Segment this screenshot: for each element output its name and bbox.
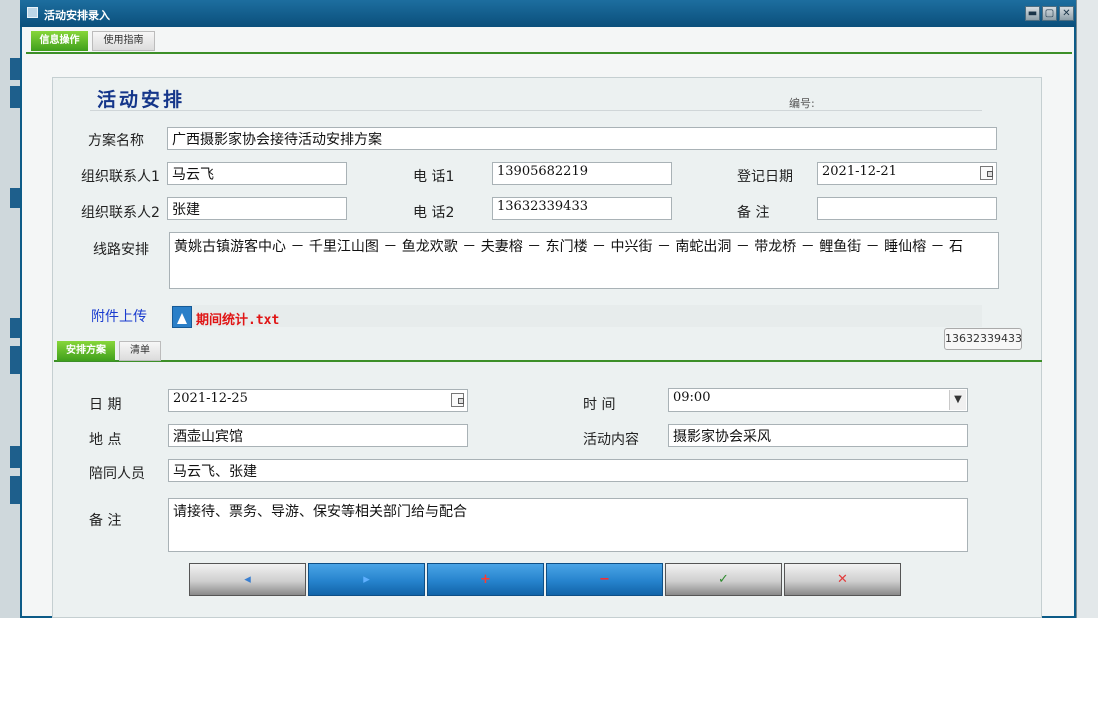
attachment-area [170,305,982,327]
note-label: 备 注 [89,513,122,529]
plan-name-input[interactable]: 广西摄影家协会接待活动安排方案 [167,127,997,150]
next-button[interactable]: ▸ [308,563,425,596]
sub-tab-bar [54,340,1042,362]
main-tab-bar [26,30,1072,54]
calendar-icon[interactable] [451,393,464,407]
tab-info-operation[interactable]: 信息操作 [31,31,88,51]
background-block [10,318,20,338]
remark-label: 备 注 [737,205,770,221]
place-input[interactable]: 酒壶山宾馆 [168,424,468,447]
contact2-label: 组织联系人2 [81,205,160,221]
delete-button[interactable]: − [546,563,663,596]
background-right-panel [1076,0,1098,618]
title-bar[interactable] [20,0,1076,27]
cross-icon: ✕ [837,572,848,587]
background-block [10,346,20,374]
regdate-input[interactable]: 2021-12-21 [817,162,997,185]
place-label: 地 点 [89,432,122,448]
phone1-input[interactable]: 13905682219 [492,162,672,185]
minus-icon: − [599,572,610,587]
page-title: 活动安排 [97,89,186,111]
contact1-label: 组织联系人1 [81,169,160,185]
date-label: 日 期 [89,397,122,413]
left-arrow-icon: ◂ [244,572,251,587]
confirm-button[interactable]: ✓ [665,563,782,596]
calendar-icon[interactable] [980,166,993,180]
route-textarea[interactable]: 黄姚古镇游客中心 － 千里江山图 － 鱼龙欢歌 － 夫妻榕 － 东门楼 － 中兴… [169,232,999,289]
maximize-icon[interactable]: ▢ [1042,6,1057,21]
window-title: 活动安排录入 [44,9,110,22]
tab-arrangement-plan[interactable]: 安排方案 [57,341,115,361]
minimize-icon[interactable]: ▬ [1025,6,1040,21]
number-label: 编号: [789,97,815,110]
time-label: 时 间 [583,397,616,413]
background-block [10,446,20,468]
check-icon: ✓ [718,572,729,587]
tab-list[interactable]: 清单 [119,341,161,361]
background-block [10,188,20,208]
header-divider [90,110,982,111]
date-input[interactable]: 2021-12-25 [168,389,468,412]
window-icon [27,7,38,18]
plus-icon: + [480,572,491,587]
cancel-button[interactable]: ✕ [784,563,901,596]
right-arrow-icon: ▸ [363,572,370,587]
content-label: 活动内容 [583,432,639,448]
phone1-label: 电 话1 [413,169,455,185]
phone2-input[interactable]: 13632339433 [492,197,672,220]
tab-user-guide[interactable]: 使用指南 [92,31,155,51]
contact1-input[interactable]: 马云飞 [167,162,347,185]
prev-button[interactable]: ◂ [189,563,306,596]
companion-label: 陪同人员 [89,466,145,482]
plan-name-label: 方案名称 [88,133,144,149]
close-icon[interactable]: ✕ [1059,6,1074,21]
attachment-file-link[interactable]: 期间统计.txt [196,309,279,328]
add-button[interactable]: + [427,563,544,596]
companion-input[interactable]: 马云飞、张建 [168,459,968,482]
time-select[interactable]: 09:00 ▼ [668,388,968,412]
route-label: 线路安排 [93,242,149,258]
note-textarea[interactable]: 请接待、票务、导游、保安等相关部门给与配合 [168,498,968,552]
regdate-value: 2021-12-21 [822,164,897,179]
background-block [10,476,20,504]
date-value: 2021-12-25 [173,391,248,406]
attach-upload-label: 附件上传 [91,309,147,325]
background-block [10,58,20,80]
content-input[interactable]: 摄影家协会采风 [668,424,968,447]
file-icon[interactable] [172,306,192,328]
background-block [10,86,20,108]
phone2-label: 电 话2 [413,205,455,221]
regdate-label: 登记日期 [737,169,793,185]
chevron-down-icon[interactable]: ▼ [949,390,966,410]
remark-input[interactable] [817,197,997,220]
time-value: 09:00 [673,390,711,405]
contact2-input[interactable]: 张建 [167,197,347,220]
